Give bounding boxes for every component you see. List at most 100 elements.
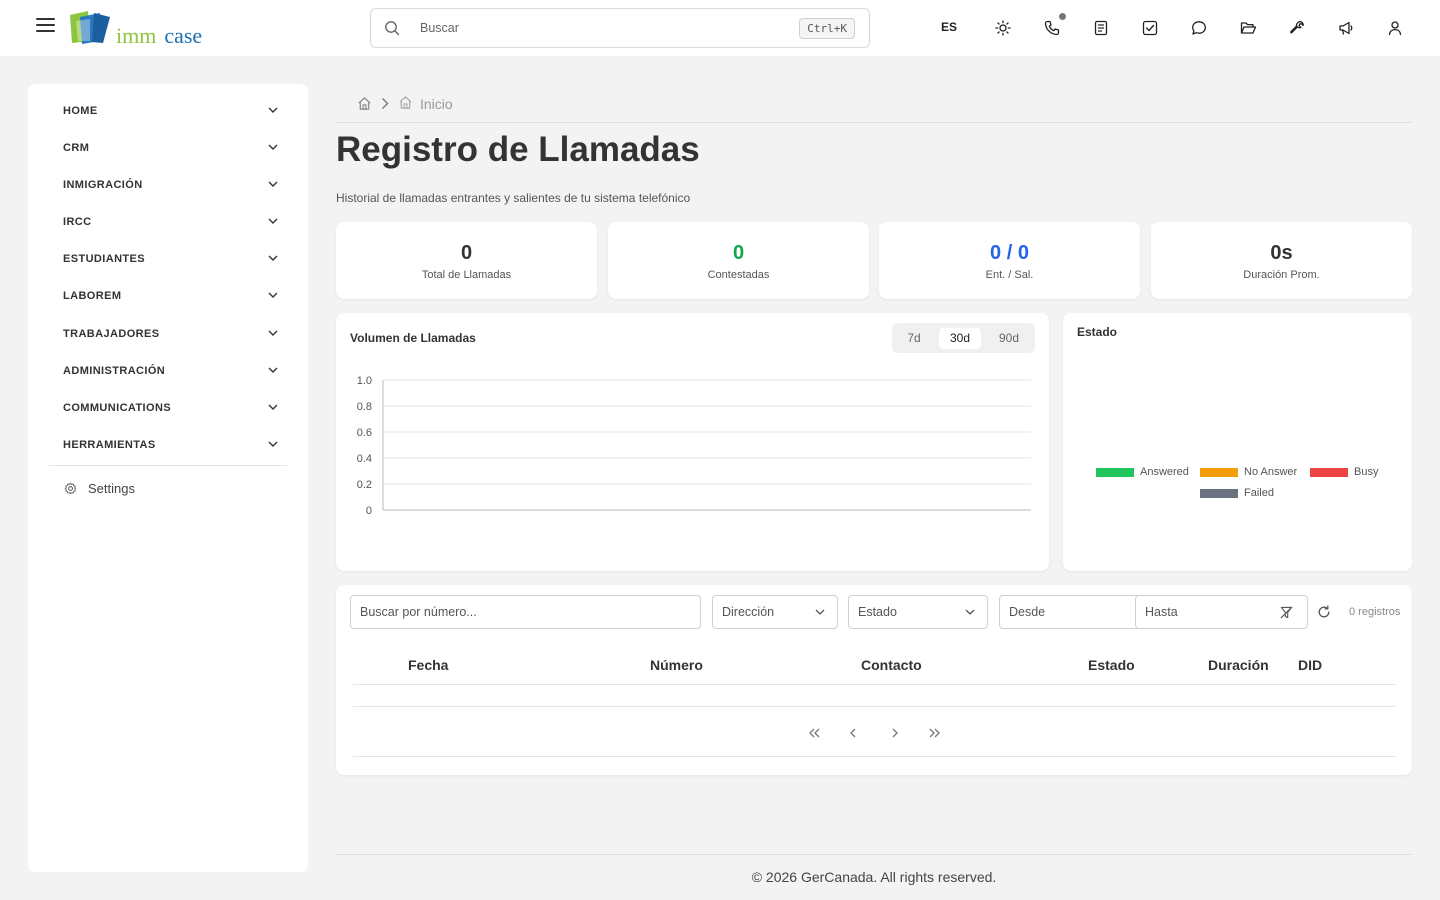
sidebar-item-label: LABOREM — [63, 290, 122, 302]
refresh-icon[interactable] — [1317, 605, 1331, 619]
legend-label: Failed — [1244, 487, 1274, 499]
gear-icon — [64, 482, 77, 495]
sidebar-item-herramientas[interactable]: HERRAMIENTAS — [63, 432, 283, 458]
table-body-divider — [353, 706, 1395, 707]
stat-answered: 0 Contestadas — [608, 222, 869, 299]
notification-dot — [1059, 13, 1066, 20]
stat-label: Ent. / Sal. — [985, 269, 1034, 281]
sidebar-item-inmigracion[interactable]: INMIGRACIÓN — [63, 172, 283, 198]
stat-label: Total de Llamadas — [421, 269, 512, 281]
sidebar-item-label: HERRAMIENTAS — [63, 439, 156, 451]
first-page-button[interactable] — [805, 723, 825, 743]
date-from-input[interactable]: Desde — [999, 595, 1149, 629]
select-label: Estado — [858, 605, 897, 619]
sidebar-item-label: ADMINISTRACIÓN — [63, 365, 166, 377]
logo[interactable]: imm case — [70, 11, 210, 48]
column-header-duration[interactable]: Duración — [1208, 657, 1269, 673]
stat-value: 0 — [732, 242, 745, 264]
sidebar-item-communications[interactable]: COMMUNICATIONS — [63, 395, 283, 421]
folder-icon[interactable] — [1237, 17, 1259, 39]
theme-icon[interactable] — [992, 17, 1014, 39]
input-placeholder: Buscar por número... — [360, 605, 477, 619]
column-header-date[interactable]: Fecha — [408, 657, 448, 673]
chevron-down-icon — [268, 107, 278, 113]
y-tick-label: 0.4 — [357, 453, 372, 465]
megaphone-icon[interactable] — [1335, 17, 1357, 39]
chevron-down-icon — [268, 404, 278, 410]
chart-title: Estado — [1077, 325, 1118, 339]
breadcrumb-current: Inicio — [420, 96, 453, 112]
stat-total-calls: 0 Total de Llamadas — [336, 222, 597, 299]
record-count: 0 registros — [1349, 606, 1401, 618]
direction-select[interactable]: Dirección — [712, 595, 838, 629]
user-icon[interactable] — [1384, 17, 1406, 39]
tools-icon[interactable] — [1286, 17, 1308, 39]
chart-title: Volumen de Llamadas — [350, 331, 476, 345]
next-page-button[interactable] — [885, 723, 905, 743]
column-header-contact[interactable]: Contacto — [861, 657, 922, 673]
sidebar-divider — [49, 465, 287, 466]
sidebar-item-estudiantes[interactable]: ESTUDIANTES — [63, 246, 283, 272]
column-header-status[interactable]: Estado — [1088, 657, 1135, 673]
y-tick-label: 0.2 — [357, 479, 372, 491]
chevron-down-icon — [268, 330, 278, 336]
page-title: Registro de Llamadas — [336, 130, 700, 169]
input-placeholder: Hasta — [1145, 605, 1178, 619]
language-selector[interactable]: ES — [941, 20, 957, 34]
home-icon — [399, 96, 412, 109]
breadcrumb-divider — [336, 122, 1412, 123]
sidebar-item-administracion[interactable]: ADMINISTRACIÓN — [63, 358, 283, 384]
chat-icon[interactable] — [1188, 17, 1210, 39]
sidebar-item-label: CRM — [63, 142, 90, 154]
stat-value: 0 — [460, 242, 473, 264]
sidebar-item-ircc[interactable]: IRCC — [63, 209, 283, 235]
sidebar-item-home[interactable]: HOME — [63, 98, 283, 124]
sidebar-item-trabajadores[interactable]: TRABAJADORES — [63, 321, 283, 347]
sidebar-item-label: ESTUDIANTES — [63, 253, 146, 265]
chevron-down-icon — [268, 255, 278, 261]
sidebar-item-settings[interactable]: Settings — [64, 479, 184, 499]
y-tick-label: 0.6 — [357, 427, 372, 439]
column-header-number[interactable]: Número — [650, 657, 703, 673]
chevron-right-icon — [382, 98, 389, 109]
top-bar: imm case Buscar Ctrl+K ES — [0, 0, 1440, 56]
legend-swatch — [1200, 489, 1238, 498]
home-icon[interactable] — [357, 96, 372, 111]
clear-filter-icon[interactable] — [1280, 606, 1293, 619]
legend-swatch — [1310, 468, 1348, 477]
stat-value: 0 / 0 — [990, 242, 1029, 264]
sidebar-item-crm[interactable]: CRM — [63, 135, 283, 161]
legend-label: Busy — [1354, 466, 1379, 478]
range-90d-button[interactable]: 90d — [991, 328, 1027, 349]
date-to-input[interactable]: Hasta — [1135, 595, 1308, 629]
legend-swatch — [1096, 468, 1134, 477]
volume-chart: 1.0 0.8 0.6 0.4 0.2 0 — [357, 375, 1031, 517]
chevron-down-icon — [815, 609, 825, 615]
chevron-down-icon — [268, 181, 278, 187]
stat-label: Duración Prom. — [1243, 269, 1320, 281]
range-selector: 7d 30d 90d — [892, 323, 1035, 353]
y-tick-label: 0.8 — [357, 401, 372, 413]
status-select[interactable]: Estado — [848, 595, 988, 629]
number-search-input[interactable]: Buscar por número... — [350, 595, 701, 629]
select-label: Dirección — [722, 605, 775, 619]
search-shortcut: Ctrl+K — [799, 18, 855, 39]
phone-icon[interactable] — [1041, 17, 1063, 39]
range-30d-button[interactable]: 30d — [939, 328, 981, 349]
tasks-icon[interactable] — [1139, 17, 1161, 39]
last-page-button[interactable] — [924, 723, 944, 743]
range-7d-button[interactable]: 7d — [897, 328, 931, 349]
column-header-did[interactable]: DID — [1298, 657, 1322, 673]
notes-icon[interactable] — [1090, 17, 1112, 39]
sidebar-item-label: Settings — [88, 481, 135, 496]
table-header-divider — [353, 684, 1395, 685]
sidebar-item-laborem[interactable]: LABOREM — [63, 283, 283, 309]
prev-page-button[interactable] — [843, 723, 863, 743]
search-icon — [385, 21, 400, 36]
sidebar-item-label: TRABAJADORES — [63, 328, 160, 340]
menu-icon[interactable] — [36, 18, 55, 34]
search-input[interactable]: Buscar Ctrl+K — [370, 8, 870, 48]
sidebar-item-label: HOME — [63, 105, 98, 117]
status-chart-card: Estado Answered No Answer Busy Failed — [1063, 313, 1412, 571]
search-placeholder: Buscar — [420, 21, 459, 35]
